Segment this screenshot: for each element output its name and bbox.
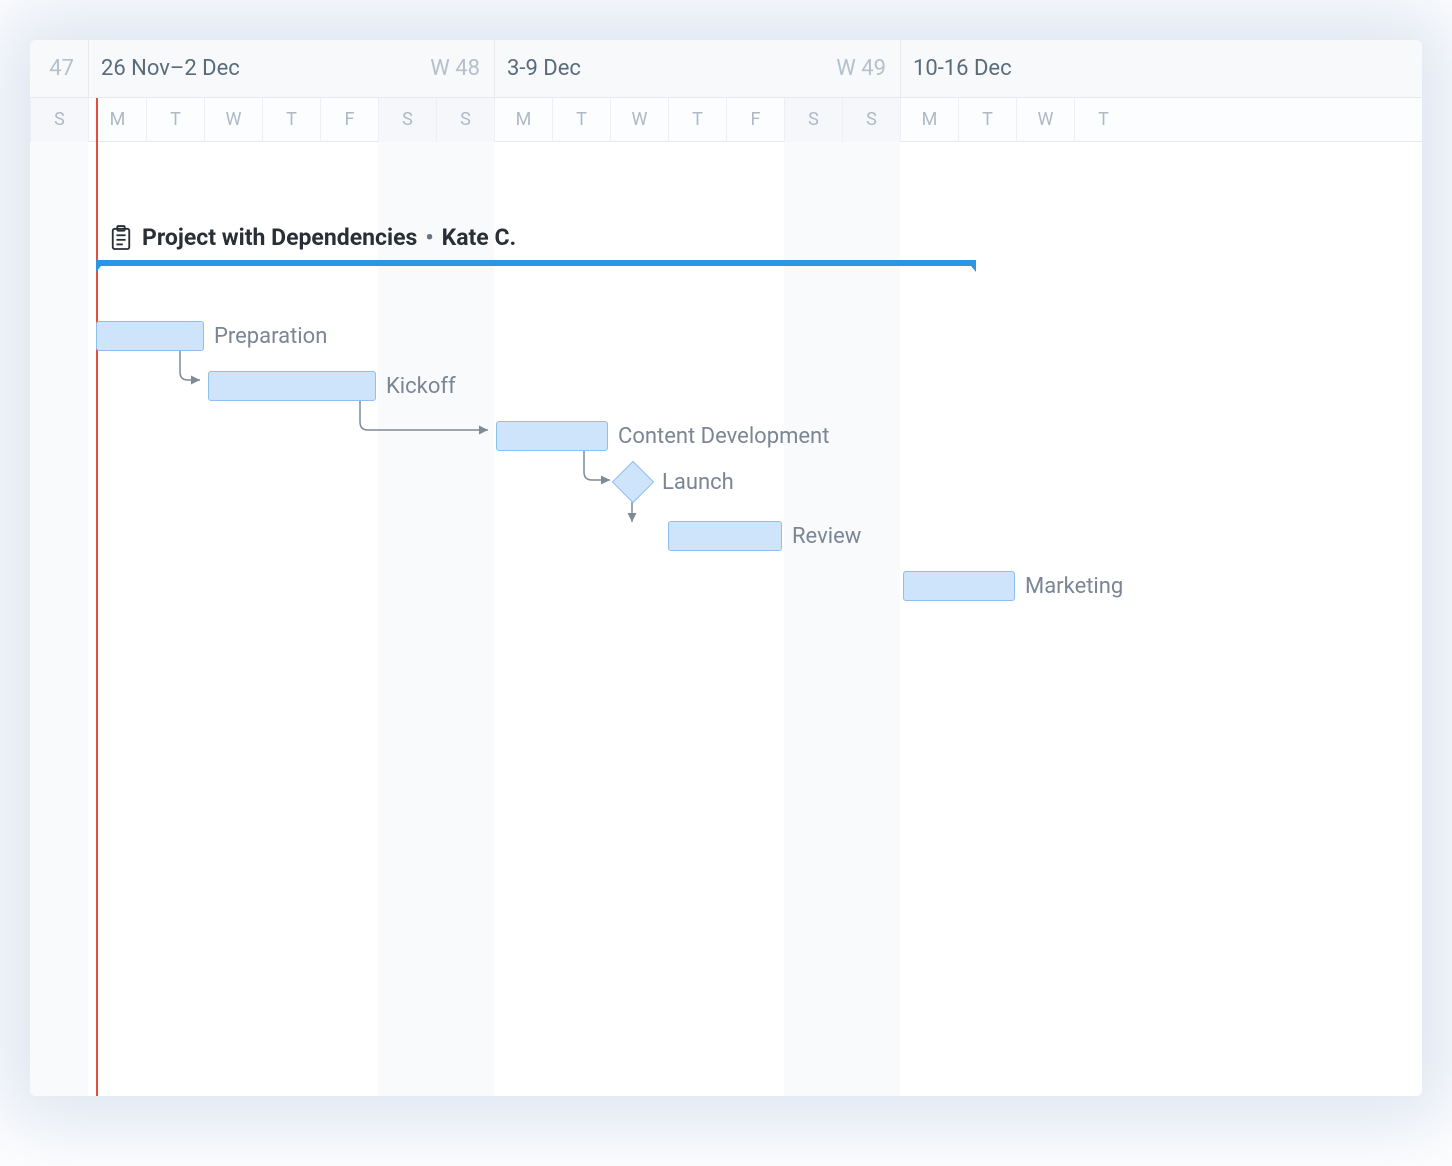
project-header[interactable]: Project with Dependencies • Kate C. xyxy=(110,224,516,251)
project-title: Project with Dependencies xyxy=(142,224,417,251)
task-bar-marketing[interactable] xyxy=(903,571,1015,601)
task-label-marketing: Marketing xyxy=(1025,574,1123,599)
task-label-content-dev: Content Development xyxy=(618,424,829,449)
task-label-kickoff: Kickoff xyxy=(386,374,456,399)
gantt-panel: 47 26 Nov–2 Dec W 48 3-9 Dec W 49 10-16 … xyxy=(30,40,1422,1096)
clipboard-icon xyxy=(110,225,132,251)
task-bar-content-development[interactable] xyxy=(496,421,608,451)
project-owner: Kate C. xyxy=(442,224,517,251)
task-bar-review[interactable] xyxy=(668,521,782,551)
task-label-review: Review xyxy=(792,524,861,549)
separator-dot: • xyxy=(425,224,433,251)
task-label-launch: Launch xyxy=(662,470,734,495)
task-bar-kickoff[interactable] xyxy=(208,371,376,401)
task-bar-preparation[interactable] xyxy=(96,321,204,351)
project-span-bar[interactable] xyxy=(96,260,976,272)
task-label-preparation: Preparation xyxy=(214,324,327,349)
